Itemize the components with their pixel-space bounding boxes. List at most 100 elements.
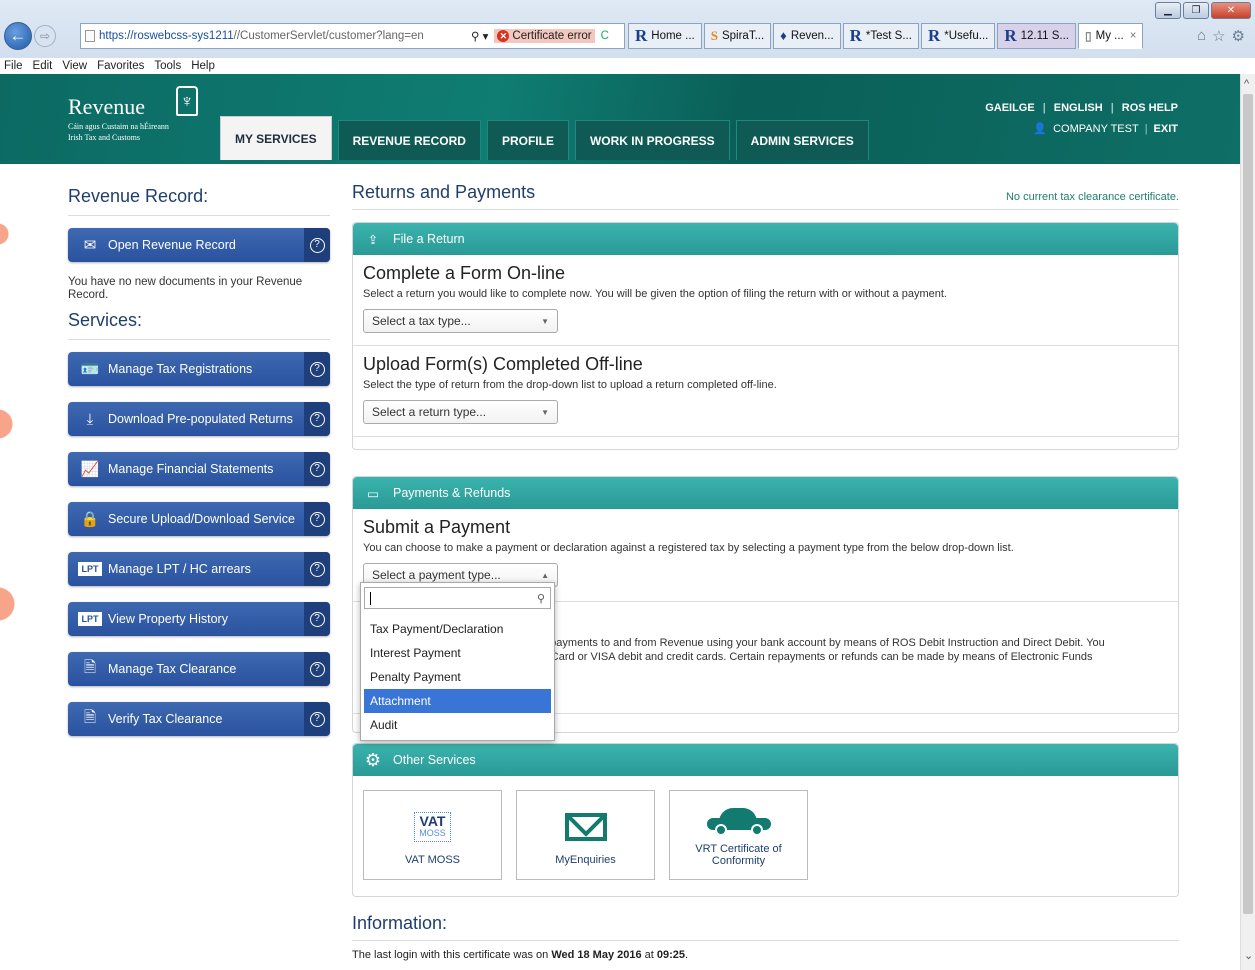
error-icon: ✕	[497, 30, 510, 42]
page-scrollbar[interactable]: ^ ⌄	[1240, 74, 1255, 970]
scroll-down-icon[interactable]: ⌄	[1244, 949, 1253, 962]
help-icon[interactable]: ?	[304, 602, 330, 636]
manage-tax-clearance-button[interactable]: 🗎 Manage Tax Clearance?	[68, 652, 330, 686]
panel-title: Payments & Refunds	[393, 486, 511, 500]
search-icon: ⚲	[536, 592, 545, 605]
browser-tab[interactable]: R *Usefu...	[920, 23, 996, 49]
browser-tab[interactable]: ♦ Reven...	[773, 23, 841, 49]
close-window-button[interactable]: ✕	[1211, 2, 1251, 19]
refresh-icon[interactable]: C	[601, 30, 609, 42]
revenue-record-heading: Revenue Record:	[68, 186, 330, 216]
credit-card-icon: ▭	[367, 486, 379, 501]
menu-help[interactable]: Help	[191, 60, 215, 72]
help-icon[interactable]: ?	[304, 452, 330, 486]
vrt-certificate-tile[interactable]: VRT Certificate of Conformity	[669, 790, 808, 880]
lpt-icon: LPT	[78, 612, 102, 626]
tab-my-services[interactable]: MY SERVICES	[220, 116, 332, 160]
tab-revenue-record[interactable]: REVENUE RECORD	[337, 120, 481, 160]
tax-type-select[interactable]: Select a tax type... ▼	[363, 309, 558, 333]
upload-offline-heading: Upload Form(s) Completed Off-line	[363, 354, 643, 374]
option-audit[interactable]: Audit	[364, 713, 551, 737]
settings-gear-icon[interactable]: ⚙	[1232, 27, 1245, 45]
tab-profile[interactable]: PROFILE	[486, 120, 569, 160]
favorites-star-icon[interactable]: ☆	[1212, 27, 1225, 45]
tax-clearance-status[interactable]: No current tax clearance certificate.	[1006, 191, 1179, 203]
help-icon[interactable]: ?	[304, 552, 330, 586]
browser-tab-active[interactable]: ▯ My ... ×	[1078, 23, 1144, 49]
download-icon: ⤓	[86, 410, 94, 428]
help-icon[interactable]: ?	[304, 352, 330, 386]
page-icon: ▯	[1085, 28, 1092, 43]
left-column: Revenue Record: ✉ Open Revenue Record ? Y…	[68, 186, 330, 752]
user-icon: 👤	[1033, 123, 1048, 135]
revenue-logo[interactable]: Revenue ♆ Cáin agus Custaim na hÉireann …	[68, 86, 198, 142]
browser-tab[interactable]: R *Test S...	[842, 23, 919, 49]
option-attachment[interactable]: Attachment	[364, 689, 551, 713]
menu-file[interactable]: File	[4, 60, 23, 72]
manage-lpt-hc-arrears-button[interactable]: LPT Manage LPT / HC arrears?	[68, 552, 330, 586]
upload-offline-text: Select the type of return from the drop-…	[363, 379, 777, 391]
help-icon[interactable]: ?	[304, 702, 330, 736]
vat-moss-logo: VAT MOSS	[414, 804, 451, 850]
browser-tab[interactable]: R 12.11 S...	[997, 23, 1077, 49]
address-tools: ⚲ ▾ ✕ Certificate error C	[471, 29, 609, 43]
vat-moss-tile[interactable]: VAT MOSS VAT MOSS	[363, 790, 502, 880]
secure-upload-download-button[interactable]: 🔒 Secure Upload/Download Service?	[68, 502, 330, 536]
option-tax-payment[interactable]: Tax Payment/Declaration	[364, 617, 551, 641]
myenquiries-tile[interactable]: MyEnquiries	[516, 790, 655, 880]
services-heading: Services:	[68, 310, 330, 340]
home-icon[interactable]: ⌂	[1197, 27, 1206, 45]
chart-line-icon: 📈	[80, 461, 100, 478]
back-button[interactable]: ←	[4, 22, 32, 50]
payment-type-dropdown: ⚲ Tax Payment/Declaration Interest Payme…	[360, 582, 555, 741]
certificate-error[interactable]: ✕ Certificate error	[494, 29, 595, 43]
information-section: Information: The last login with this ce…	[352, 913, 1179, 961]
link-gaeilge[interactable]: GAEILGE	[985, 102, 1035, 114]
browser-tab[interactable]: R Home ...	[628, 23, 702, 49]
help-icon[interactable]: ?	[304, 402, 330, 436]
chevron-down-icon: ▼	[541, 407, 549, 417]
close-tab-icon[interactable]: ×	[1130, 30, 1137, 42]
page-title: Returns and Payments	[352, 182, 536, 202]
menu-view[interactable]: View	[62, 60, 87, 72]
harp-icon: ♆	[176, 86, 198, 116]
menu-tools[interactable]: Tools	[154, 60, 181, 72]
link-english[interactable]: ENGLISH	[1054, 102, 1103, 114]
search-dropdown-icon[interactable]: ⚲ ▾	[471, 29, 488, 43]
minimize-button[interactable]: ▁	[1155, 2, 1181, 19]
menu-edit[interactable]: Edit	[33, 60, 53, 72]
return-type-select[interactable]: Select a return type... ▼	[363, 400, 558, 424]
lpt-icon: LPT	[78, 562, 102, 576]
forward-button[interactable]: ⇨	[34, 25, 56, 47]
user-name[interactable]: COMPANY TEST	[1053, 123, 1139, 135]
maximize-button[interactable]: ❐	[1183, 2, 1209, 19]
scroll-up-icon[interactable]: ^	[1244, 78, 1249, 90]
manage-financial-statements-button[interactable]: 📈 Manage Financial Statements?	[68, 452, 330, 486]
exit-link[interactable]: EXIT	[1154, 123, 1178, 135]
dropdown-search-input[interactable]: ⚲	[364, 587, 551, 609]
help-icon[interactable]: ?	[304, 652, 330, 686]
payment-methods-text-2: erCard or VISA debit and credit cards. C…	[541, 651, 1093, 663]
tab-admin-services[interactable]: ADMIN SERVICES	[735, 120, 869, 160]
manage-tax-registrations-button[interactable]: 🪪 Manage Tax Registrations?	[68, 352, 330, 386]
download-prepopulated-returns-button[interactable]: ⤓ Download Pre-populated Returns?	[68, 402, 330, 436]
view-property-history-button[interactable]: LPT View Property History?	[68, 602, 330, 636]
verify-tax-clearance-button[interactable]: 🗎 Verify Tax Clearance?	[68, 702, 330, 736]
open-revenue-record-button[interactable]: ✉ Open Revenue Record ?	[68, 228, 330, 262]
help-icon[interactable]: ?	[304, 502, 330, 536]
scroll-thumb[interactable]	[1243, 94, 1253, 914]
tab-work-in-progress[interactable]: WORK IN PROGRESS	[574, 120, 730, 160]
option-penalty-payment[interactable]: Penalty Payment	[364, 665, 551, 689]
submit-payment-heading: Submit a Payment	[363, 517, 511, 537]
right-column: Returns and Payments No current tax clea…	[352, 182, 1179, 961]
submit-payment-text: You can choose to make a payment or decl…	[363, 542, 1014, 554]
no-documents-note: You have no new documents in your Revenu…	[68, 276, 303, 301]
menu-favorites[interactable]: Favorites	[97, 60, 144, 72]
option-interest-payment[interactable]: Interest Payment	[364, 641, 551, 665]
document-check-icon: 🗎	[83, 708, 97, 726]
address-url[interactable]: https://roswebcss-sys1211//CustomerServl…	[99, 30, 424, 42]
link-ros-help[interactable]: ROS HELP	[1122, 102, 1178, 114]
help-icon[interactable]: ?	[304, 228, 330, 262]
browser-tab[interactable]: S SpiraT...	[703, 23, 772, 49]
address-bar[interactable]: https://roswebcss-sys1211//CustomerServl…	[80, 23, 625, 49]
